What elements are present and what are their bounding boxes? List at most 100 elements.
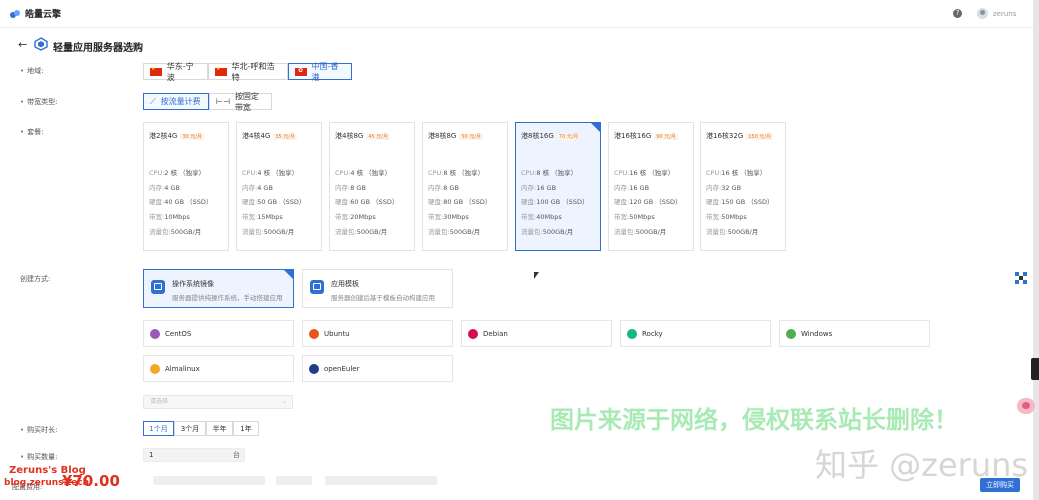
package-spec-bw: 带宽:40Mbps bbox=[521, 213, 562, 222]
page-title: 轻量应用服务器选购 bbox=[53, 43, 143, 54]
os-version-select[interactable]: 请选择 ⌄ bbox=[143, 395, 293, 409]
method-os-image[interactable]: 操作系统镜像 服务器提供纯操作系统，手动搭建应用 bbox=[143, 269, 294, 308]
package-card[interactable]: 港4核4G 35 元/月 CPU:4 核 （独享） 内存:4 GB 硬盘:50 GB （… bbox=[236, 122, 322, 251]
package-price: 45 元/月 bbox=[366, 134, 390, 140]
package-spec-mem: 内存:8 GB bbox=[335, 183, 366, 192]
agreement-text-faded bbox=[153, 476, 265, 485]
package-spec-bw: 带宽:15Mbps bbox=[242, 213, 283, 222]
method-app-template[interactable]: 应用模板 服务器创建后基于模板自动构建应用 bbox=[302, 269, 453, 308]
duration-option-1m[interactable]: 1个月 bbox=[143, 421, 174, 436]
bandwidth-option-fixed[interactable]: ⊢⊣ 按固定带宽 bbox=[209, 92, 272, 112]
app-template-icon bbox=[310, 280, 324, 294]
help-icon[interactable]: ? bbox=[953, 9, 962, 18]
buy-now-button[interactable]: 立即购买 bbox=[980, 478, 1020, 492]
region-option-hongkong[interactable]: 中国-香港 bbox=[288, 62, 352, 82]
os-option-debian[interactable]: Debian bbox=[461, 320, 612, 347]
chat-assistant-icon[interactable] bbox=[1017, 398, 1035, 414]
scrollbar[interactable] bbox=[1033, 0, 1039, 500]
cloud-logo-icon bbox=[10, 9, 20, 18]
package-spec-mem: 内存:8 GB bbox=[428, 183, 459, 192]
debian-logo-icon bbox=[468, 328, 478, 339]
username[interactable]: zeruns bbox=[993, 10, 1016, 18]
package-name: 港8核16G 70 元/月 bbox=[521, 132, 581, 140]
package-spec-disk: 硬盘:120 GB （SSD） bbox=[614, 198, 682, 207]
region-option-hohhot[interactable]: 华北-呼和浩特 bbox=[208, 62, 288, 82]
package-spec-disk: 硬盘:40 GB （SSD） bbox=[149, 198, 213, 207]
package-spec-traffic: 流量包:500GB/月 bbox=[521, 227, 574, 236]
region-label: • 地域: bbox=[20, 67, 44, 75]
top-bar: 皓量云擎 bbox=[0, 0, 1039, 28]
package-spec-disk: 硬盘:150 GB （SSD） bbox=[706, 198, 774, 207]
mouse-cursor-icon bbox=[534, 272, 539, 279]
package-spec-cpu: CPU:4 核 （独享） bbox=[242, 169, 299, 177]
package-spec-mem: 内存:4 GB bbox=[242, 183, 273, 192]
package-price: 30 元/月 bbox=[180, 134, 204, 140]
package-price: 150 元/月 bbox=[746, 134, 774, 140]
quantity-input[interactable]: 1 台 bbox=[143, 448, 245, 462]
package-spec-mem: 内存:32 GB bbox=[706, 183, 742, 192]
package-spec-cpu: CPU:8 核 （独享） bbox=[428, 169, 485, 177]
hongkong-flag-icon bbox=[295, 67, 307, 76]
package-price: 90 元/月 bbox=[654, 134, 678, 140]
os-option-openeuler[interactable]: openEuler bbox=[302, 355, 453, 382]
package-card[interactable]: 港2核4G 30 元/月 CPU:2 核 （独享） 内存:4 GB 硬盘:40 GB （… bbox=[143, 122, 229, 251]
centos-logo-icon bbox=[150, 328, 160, 339]
avatar[interactable] bbox=[977, 8, 988, 19]
os-option-centos[interactable]: CentOS bbox=[143, 320, 294, 347]
package-spec-bw: 带宽:50Mbps bbox=[706, 213, 747, 222]
ubuntu-logo-icon bbox=[309, 328, 319, 339]
agreement-link-faded bbox=[276, 476, 312, 485]
duration-option-6m[interactable]: 半年 bbox=[206, 421, 233, 436]
total-price: ¥70.00 bbox=[62, 472, 120, 490]
os-image-icon bbox=[151, 280, 165, 294]
package-spec-bw: 带宽:10Mbps bbox=[149, 213, 190, 222]
package-spec-cpu: CPU:16 核 （独享） bbox=[614, 169, 675, 177]
package-name: 港16核16G 90 元/月 bbox=[614, 132, 678, 140]
package-spec-bw: 带宽:20Mbps bbox=[335, 213, 376, 222]
back-arrow-icon[interactable]: ← bbox=[18, 38, 27, 51]
os-option-almalinux[interactable]: Almalinux bbox=[143, 355, 294, 382]
package-spec-traffic: 流量包:500GB/月 bbox=[242, 227, 295, 236]
os-option-ubuntu[interactable]: Ubuntu bbox=[302, 320, 453, 347]
package-card[interactable]: 港8核16G 70 元/月 CPU:8 核 （独享） 内存:16 GB 硬盘:100 G… bbox=[515, 122, 601, 251]
side-toolbar-handle[interactable] bbox=[1031, 358, 1039, 380]
os-option-windows[interactable]: Windows bbox=[779, 320, 930, 347]
region-option-ningbo[interactable]: 华东-宁波 bbox=[143, 62, 208, 82]
package-name: 港4核8G 45 元/月 bbox=[335, 132, 390, 140]
package-spec-traffic: 流量包:500GB/月 bbox=[335, 227, 388, 236]
package-card[interactable]: 港16核16G 90 元/月 CPU:16 核 （独享） 内存:16 GB 硬盘:120… bbox=[608, 122, 694, 251]
chart-trend-icon: ⟋ bbox=[150, 96, 156, 106]
copyright-watermark: 图片来源于网络，侵权联系站长删除！ bbox=[550, 406, 958, 434]
package-spec-traffic: 流量包:500GB/月 bbox=[149, 227, 202, 236]
float-tool-icon[interactable] bbox=[1014, 271, 1028, 285]
package-price: 35 元/月 bbox=[273, 134, 297, 140]
package-spec-traffic: 流量包:500GB/月 bbox=[428, 227, 481, 236]
brand-name: 皓量云擎 bbox=[25, 10, 62, 20]
package-spec-disk: 硬盘:100 GB （SSD） bbox=[521, 198, 589, 207]
fixed-width-icon: ⊢⊣ bbox=[216, 97, 230, 106]
chevron-down-icon: ⌄ bbox=[281, 398, 287, 405]
package-spec-mem: 内存:4 GB bbox=[149, 183, 180, 192]
package-spec-cpu: CPU:8 核 （独享） bbox=[521, 169, 578, 177]
package-card[interactable]: 港4核8G 45 元/月 CPU:4 核 （独享） 内存:8 GB 硬盘:60 GB （… bbox=[329, 122, 415, 251]
duration-option-3m[interactable]: 3个月 bbox=[174, 421, 206, 436]
package-name: 港4核4G 35 元/月 bbox=[242, 132, 297, 140]
scrollbar-thumb[interactable] bbox=[1033, 0, 1039, 500]
bandwidth-option-traffic[interactable]: ⟋ 按流量计费 bbox=[143, 93, 209, 110]
package-spec-traffic: 流量包:500GB/月 bbox=[706, 227, 759, 236]
almalinux-logo-icon bbox=[150, 363, 160, 374]
os-option-rocky[interactable]: Rocky bbox=[620, 320, 771, 347]
package-spec-disk: 硬盘:50 GB （SSD） bbox=[242, 198, 306, 207]
package-card[interactable]: 港16核32G 150 元/月 CPU:16 核 （独享） 内存:32 GB 硬盘:15… bbox=[700, 122, 786, 251]
package-card[interactable]: 港8核8G 50 元/月 CPU:8 核 （独享） 内存:8 GB 硬盘:80 GB （… bbox=[422, 122, 508, 251]
agreement-link-faded bbox=[325, 476, 437, 485]
package-spec-cpu: CPU:16 核 （独享） bbox=[706, 169, 767, 177]
rocky-logo-icon bbox=[627, 328, 637, 339]
server-cube-icon bbox=[34, 37, 48, 51]
quantity-label: • 购买数量: bbox=[20, 453, 58, 461]
duration-option-1y[interactable]: 1年 bbox=[233, 421, 259, 436]
package-spec-mem: 内存:16 GB bbox=[521, 183, 557, 192]
package-spec-cpu: CPU:2 核 （独享） bbox=[149, 169, 206, 177]
package-spec-disk: 硬盘:80 GB （SSD） bbox=[428, 198, 492, 207]
package-spec-mem: 内存:16 GB bbox=[614, 183, 650, 192]
